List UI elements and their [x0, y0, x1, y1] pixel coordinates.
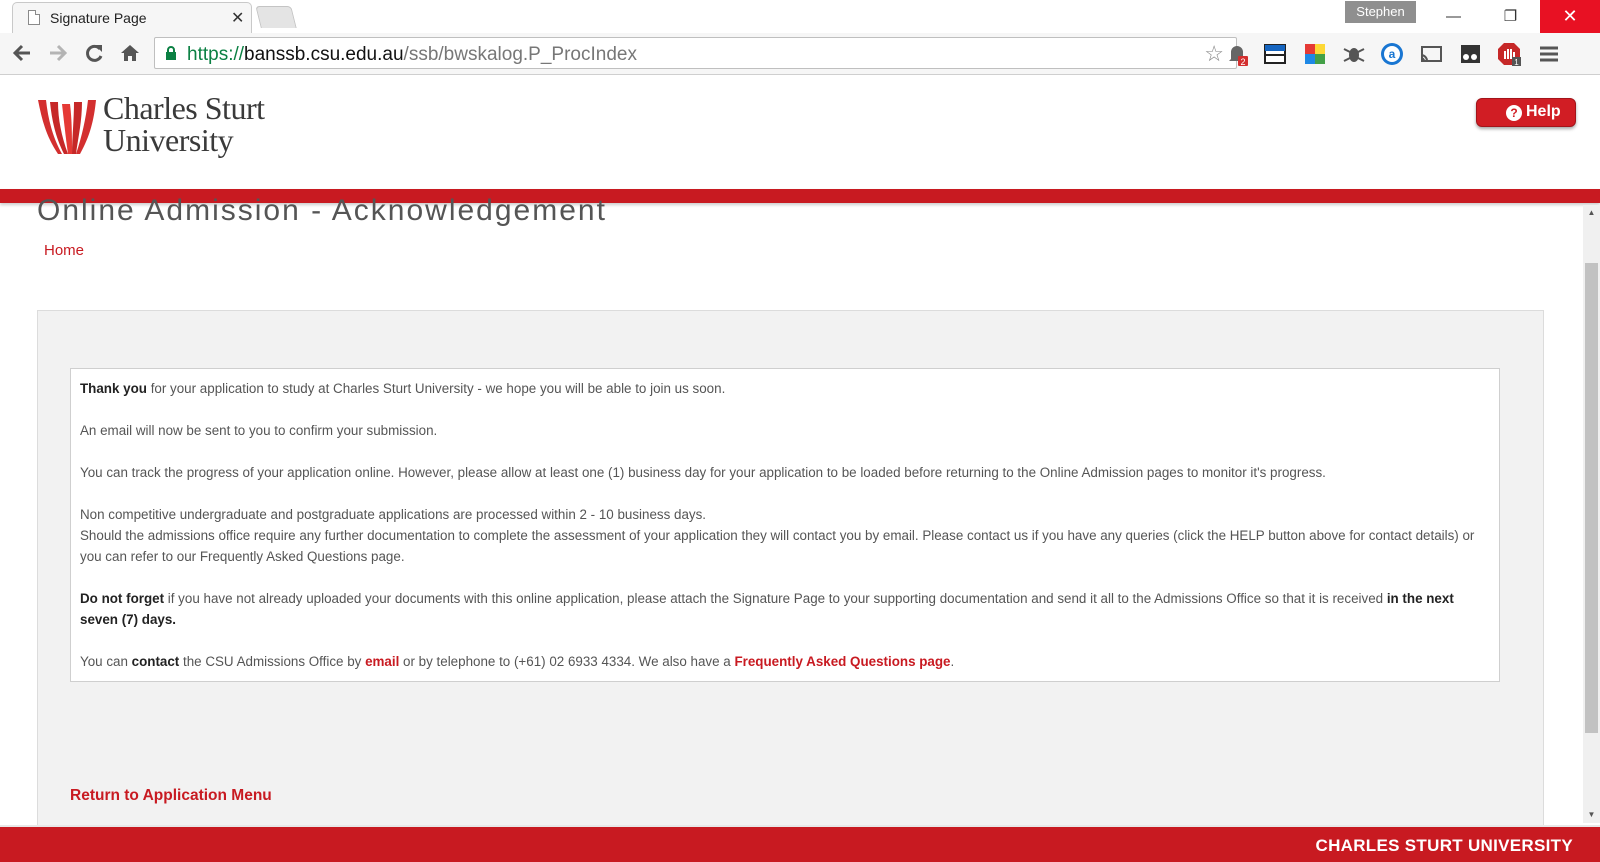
track-progress-paragraph: You can track the progress of your appli… — [80, 465, 1326, 480]
csu-logo-text: Charles Sturt University — [103, 90, 265, 158]
cast-icon[interactable] — [1418, 41, 1444, 67]
lock-icon — [166, 46, 176, 60]
footer-university-name: CHARLES STURT UNIVERSITY — [1315, 836, 1573, 855]
return-to-menu-link[interactable]: Return to Application Menu — [70, 787, 272, 805]
email-paragraph: An email will now be sent to you to conf… — [80, 423, 438, 438]
minimize-button[interactable]: — — [1425, 0, 1482, 33]
acknowledgement-message: Thank you for your application to study … — [70, 368, 1500, 682]
page-icon — [28, 10, 40, 25]
content-panel: Thank you for your application to study … — [37, 310, 1544, 830]
page-title: Online Admission - Acknowledgement — [37, 194, 607, 227]
new-tab-button[interactable] — [255, 6, 297, 28]
url-text: https://banssb.csu.edu.au/ssb/bwskalog.P… — [187, 44, 637, 65]
csu-logo-mark — [38, 100, 96, 154]
restore-button[interactable]: ❐ — [1482, 0, 1539, 33]
browser-toolbar: https://banssb.csu.edu.au/ssb/bwskalog.P… — [0, 33, 1600, 75]
help-label: Help — [1526, 103, 1561, 120]
forward-arrow-icon[interactable] — [44, 39, 72, 67]
address-bar[interactable]: https://banssb.csu.edu.au/ssb/bwskalog.P… — [154, 37, 1237, 69]
password-manager-icon[interactable]: a — [1379, 41, 1405, 67]
home-icon[interactable] — [116, 39, 144, 67]
home-link[interactable]: Home — [44, 242, 84, 259]
adblock-icon[interactable]: 1 — [1496, 41, 1522, 67]
scroll-up-arrow-icon[interactable]: ▲ — [1583, 205, 1600, 221]
email-link[interactable]: email — [365, 654, 399, 669]
tab-close-icon[interactable]: ✕ — [231, 8, 244, 28]
profile-button[interactable]: Stephen — [1345, 1, 1416, 23]
svg-text:2: 2 — [1240, 57, 1245, 67]
browser-tabstrip: Signature Page ✕ Stephen — ❐ ✕ — [0, 0, 1600, 33]
back-arrow-icon[interactable] — [8, 39, 36, 67]
browser-tab[interactable]: Signature Page ✕ — [12, 2, 252, 33]
reload-icon[interactable] — [80, 39, 108, 67]
svg-text:1: 1 — [1514, 58, 1519, 67]
scroll-thumb[interactable] — [1585, 263, 1598, 733]
faq-link[interactable]: Frequently Asked Questions page — [734, 654, 950, 669]
menu-hamburger-icon[interactable] — [1536, 41, 1562, 67]
incognito-icon[interactable] — [1457, 41, 1483, 67]
window-close-button[interactable]: ✕ — [1540, 0, 1600, 33]
scroll-down-arrow-icon[interactable]: ▼ — [1583, 807, 1600, 823]
tab-title: Signature Page — [50, 10, 147, 26]
help-button[interactable]: ? Help — [1476, 98, 1576, 127]
question-icon: ? — [1506, 105, 1522, 121]
thank-you-paragraph: Thank you for your application to study … — [80, 381, 726, 396]
svg-text:a: a — [1389, 47, 1396, 61]
window-tiles-icon[interactable] — [1262, 41, 1288, 67]
processing-paragraph: Non competitive undergraduate and postgr… — [80, 507, 1475, 564]
page-scrollbar[interactable]: ▲ ▼ — [1583, 205, 1600, 823]
bug-extension-icon[interactable] — [1341, 41, 1367, 67]
notifications-bell-icon[interactable]: 2 — [1224, 41, 1250, 67]
bookmark-star-icon[interactable]: ☆ — [1204, 41, 1224, 67]
site-footer: CHARLES STURT UNIVERSITY — [0, 825, 1600, 862]
colorful-extension-icon[interactable] — [1302, 41, 1328, 67]
do-not-forget-paragraph: Do not forget if you have not already up… — [80, 591, 1454, 627]
contact-paragraph: You can contact the CSU Admissions Offic… — [80, 654, 955, 669]
